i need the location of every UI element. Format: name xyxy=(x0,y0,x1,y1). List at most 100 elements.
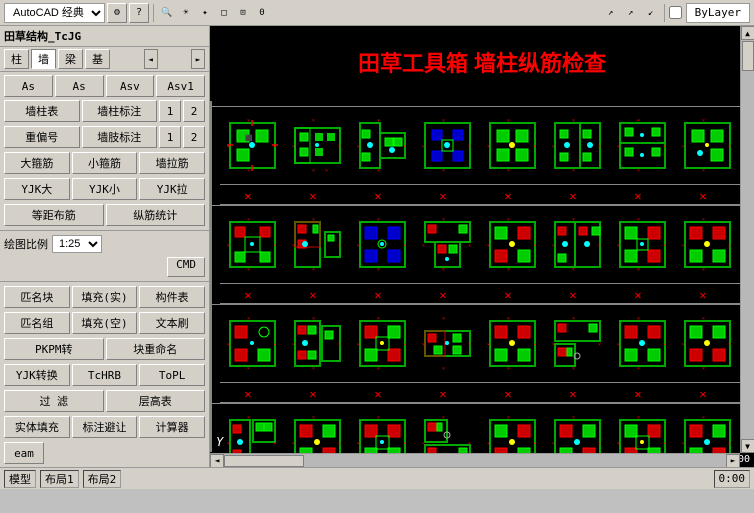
floor-height-btn[interactable]: 层高表 xyxy=(106,390,206,412)
arrow3-icon[interactable]: ↙ xyxy=(642,4,660,22)
tchrb-btn[interactable]: TcHRB xyxy=(72,364,138,386)
vertical-stat-btn[interactable]: 纵筋统计 xyxy=(106,204,206,226)
big-stirrup-btn[interactable]: 大箍筋 xyxy=(4,152,70,174)
copy-icon[interactable]: ⊡ xyxy=(234,4,252,22)
dim-avoid-btn[interactable]: 标注避让 xyxy=(72,416,138,438)
repeat-1-btn[interactable]: 1 xyxy=(159,126,181,148)
svg-text:×: × xyxy=(552,243,555,249)
yjk-small-btn[interactable]: YJK小 xyxy=(72,178,138,200)
bylayer-checkbox[interactable] xyxy=(669,6,682,19)
tab-wall[interactable]: 墙 xyxy=(31,49,56,69)
help-icon[interactable]: ? xyxy=(129,3,149,23)
svg-text:×: × xyxy=(702,217,705,223)
small-stirrup-btn[interactable]: 小箍筋 xyxy=(72,152,138,174)
svg-text:×: × xyxy=(247,168,250,173)
stirrup-grid: 大箍筋 小箍筋 墙拉筋 xyxy=(0,150,209,176)
bylayer-label: ByLayer xyxy=(686,3,750,23)
svg-text:✕: ✕ xyxy=(699,189,706,203)
svg-text:×: × xyxy=(357,243,360,249)
arrow2-icon[interactable]: ↗ xyxy=(622,4,640,22)
tab-next[interactable]: ► xyxy=(191,49,205,69)
scale-dropdown[interactable]: 1:25 1:50 1:100 xyxy=(52,235,102,253)
calculator-btn[interactable]: 计算器 xyxy=(139,416,205,438)
wall-col-table-btn[interactable]: 墙柱表 xyxy=(4,100,80,122)
box-icon[interactable]: □ xyxy=(215,4,233,22)
filter-btn[interactable]: 过 滤 xyxy=(4,390,104,412)
tab-prev[interactable]: ◄ xyxy=(144,49,158,69)
topl-btn[interactable]: ToPL xyxy=(139,364,205,386)
asv-btn[interactable]: Asv xyxy=(106,75,155,97)
svg-text:✕: ✕ xyxy=(634,387,641,401)
svg-text:×: × xyxy=(533,144,536,150)
svg-text:×: × xyxy=(338,144,341,150)
svg-text:×: × xyxy=(507,415,510,421)
pkpm-convert-btn[interactable]: PKPM转 xyxy=(4,338,104,360)
svg-text:×: × xyxy=(247,267,250,272)
svg-text:×: × xyxy=(663,441,666,447)
svg-text:×: × xyxy=(617,243,620,249)
wall-col-note-btn[interactable]: 墙柱标注 xyxy=(82,100,158,122)
filter-grid: 过 滤 层高表 xyxy=(0,388,209,414)
entity-grid: 实体填充 标注避让 计算器 xyxy=(0,414,209,440)
eam-btn[interactable]: eam xyxy=(4,442,44,464)
arrow1-icon[interactable]: ↗ xyxy=(602,4,620,22)
svg-text:×: × xyxy=(377,316,380,322)
wall-col-1-btn[interactable]: 1 xyxy=(159,100,181,122)
block-rename-btn[interactable]: 块重命名 xyxy=(106,338,206,360)
tab-base[interactable]: 基 xyxy=(85,49,110,69)
svg-text:×: × xyxy=(637,316,640,322)
svg-text:×: × xyxy=(682,441,685,447)
svg-text:×: × xyxy=(572,217,575,223)
wall-col-2-btn[interactable]: 2 xyxy=(183,100,205,122)
as1-btn[interactable]: As xyxy=(4,75,53,97)
canvas-title: 田草工具箱 墙柱纵筋检查 xyxy=(358,46,606,78)
scroll-down-btn[interactable]: ▼ xyxy=(741,439,754,453)
zoom-icon[interactable]: 🔍 xyxy=(158,4,176,22)
settings-icon[interactable]: ⚙ xyxy=(107,3,127,23)
entity-fill-btn[interactable]: 实体填充 xyxy=(4,416,70,438)
wall-limb-btn[interactable]: 墙肢标注 xyxy=(82,126,158,148)
sun-icon[interactable]: ☀ xyxy=(177,4,195,22)
scroll-up-btn[interactable]: ▲ xyxy=(741,26,754,40)
vertical-scrollbar[interactable]: ▲ ▼ xyxy=(740,26,754,453)
scroll-h-thumb[interactable] xyxy=(224,455,304,467)
scroll-left-btn[interactable]: ◄ xyxy=(210,454,224,468)
cell-4-7: × × × × xyxy=(610,304,675,382)
scroll-right-btn[interactable]: ► xyxy=(726,454,740,468)
status-layout[interactable]: 布局1 xyxy=(40,470,79,488)
asv1-btn[interactable]: Asv1 xyxy=(156,75,205,97)
svg-text:×: × xyxy=(487,243,490,249)
scroll-h-track[interactable] xyxy=(224,454,726,468)
scroll-track[interactable] xyxy=(741,40,754,439)
as2-btn[interactable]: As xyxy=(55,75,104,97)
cell-1-5: × × × × xyxy=(480,106,545,184)
workspace-dropdown[interactable]: AutoCAD 经典 xyxy=(4,3,105,23)
status-layout2[interactable]: 布局2 xyxy=(83,470,122,488)
match-group-btn[interactable]: 匹名组 xyxy=(4,312,70,334)
horizontal-scrollbar[interactable]: ◄ ► xyxy=(210,453,740,467)
svg-text:×: × xyxy=(617,144,620,150)
cmd-btn[interactable]: CMD xyxy=(167,257,205,277)
text-brush-btn[interactable]: 文本刷 xyxy=(139,312,205,334)
fill-solid-btn[interactable]: 填充(实) xyxy=(72,286,138,308)
svg-text:×: × xyxy=(598,144,601,150)
component-table-btn[interactable]: 构件表 xyxy=(139,286,205,308)
equal-spacing-btn[interactable]: 等距布筋 xyxy=(4,204,104,226)
repeat-num-btn[interactable]: 重偏号 xyxy=(4,126,80,148)
svg-text:✕: ✕ xyxy=(244,288,251,302)
fill-empty-btn[interactable]: 填充(空) xyxy=(72,312,138,334)
scroll-thumb[interactable] xyxy=(742,41,754,71)
tab-beam[interactable]: 梁 xyxy=(58,49,83,69)
svg-text:×: × xyxy=(442,217,445,223)
wall-tie-btn[interactable]: 墙拉筋 xyxy=(139,152,205,174)
yjk-pull-btn[interactable]: YJK拉 xyxy=(139,178,205,200)
main-area: 田草结构_TcJG 柱 墙 梁 基 ◄ ► As As Asv Asv1 墙柱表… xyxy=(0,26,754,467)
star-icon[interactable]: ✦ xyxy=(196,4,214,22)
marker-row-3: ✕ ✕ ✕ ✕ ✕ ✕ ✕ ✕ xyxy=(220,383,749,403)
match-block-btn[interactable]: 匹名块 xyxy=(4,286,70,308)
yjk-grid: YJK大 YJK小 YJK拉 xyxy=(0,176,209,202)
tab-column[interactable]: 柱 xyxy=(4,49,29,69)
repeat-2-btn[interactable]: 2 xyxy=(183,126,205,148)
yjk-big-btn[interactable]: YJK大 xyxy=(4,178,70,200)
yjk-convert-btn[interactable]: YJK转换 xyxy=(4,364,70,386)
